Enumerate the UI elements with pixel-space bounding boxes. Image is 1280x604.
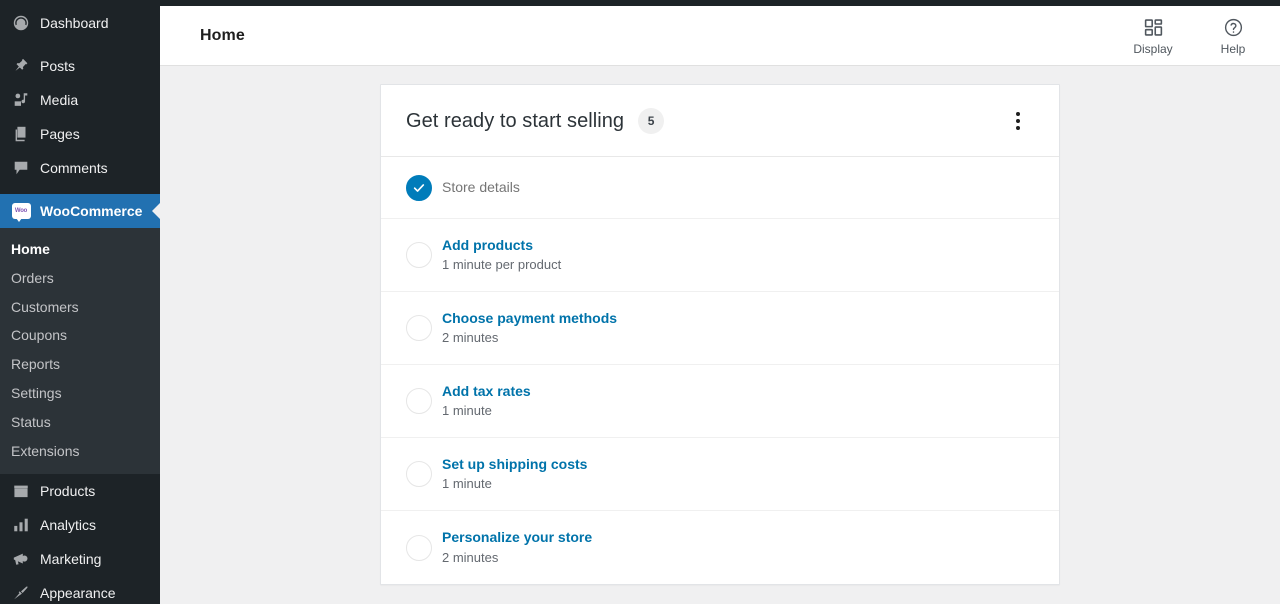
help-button[interactable]: Help	[1210, 17, 1256, 55]
sidebar-item-dashboard[interactable]: Dashboard	[0, 6, 160, 40]
task-row[interactable]: Add tax rates 1 minute	[381, 365, 1059, 438]
sidebar-item-posts[interactable]: Posts	[0, 49, 160, 83]
main-content: Get ready to start selling 5 Store detai…	[160, 67, 1280, 604]
sidebar-item-label: Media	[40, 92, 79, 108]
sidebar-item-status[interactable]: Status	[0, 408, 160, 437]
sidebar-item-label: Comments	[40, 160, 108, 176]
task-time: 2 minutes	[442, 330, 499, 346]
empty-circle-icon	[406, 388, 432, 414]
sidebar-item-label: Analytics	[40, 517, 97, 534]
task-text: Store details	[442, 178, 520, 196]
task-text: Add tax rates 1 minute	[442, 382, 531, 420]
layout-grid-icon	[1143, 17, 1164, 39]
sidebar-item-label: Marketing	[40, 551, 102, 568]
sidebar-item-marketing[interactable]: Marketing	[0, 542, 160, 576]
question-circle-icon	[1223, 17, 1244, 39]
display-button[interactable]: Display	[1130, 17, 1176, 55]
admin-bar-strip	[0, 0, 1280, 6]
sidebar-item-extensions[interactable]: Extensions	[0, 437, 160, 466]
task-title[interactable]: Add products	[442, 236, 561, 254]
sidebar-item-appearance[interactable]: Appearance	[0, 576, 160, 604]
sidebar-item-pages[interactable]: Pages	[0, 117, 160, 151]
sidebar-item-label: Pages	[40, 126, 80, 142]
task-time: 1 minute	[442, 403, 492, 419]
task-row[interactable]: Add products 1 minute per product	[381, 219, 1059, 292]
task-title[interactable]: Set up shipping costs	[442, 455, 587, 473]
task-text: Set up shipping costs 1 minute	[442, 455, 587, 493]
empty-circle-icon	[406, 242, 432, 268]
pages-icon	[11, 124, 31, 144]
megaphone-icon	[11, 549, 31, 569]
task-row[interactable]: Store details	[381, 157, 1059, 219]
sidebar-item-media[interactable]: Media	[0, 83, 160, 117]
empty-circle-icon	[406, 461, 432, 487]
menu-separator	[0, 185, 160, 194]
woo-badge-text: Woo	[14, 208, 28, 214]
sidebar-item-label: Appearance	[40, 585, 116, 602]
task-text: Personalize your store 2 minutes	[442, 528, 592, 566]
empty-circle-icon	[406, 315, 432, 341]
header-actions: Display Help	[1130, 17, 1256, 55]
sidebar-item-analytics[interactable]: Analytics	[0, 508, 160, 542]
products-icon	[11, 481, 31, 501]
task-row[interactable]: Personalize your store 2 minutes	[381, 511, 1059, 584]
admin-page: Dashboard Posts Media Pages Comments Woo…	[0, 0, 1280, 604]
task-text: Add products 1 minute per product	[442, 236, 561, 274]
page-title: Home	[200, 26, 245, 44]
card-title: Get ready to start selling	[406, 109, 625, 132]
task-time: 1 minute per product	[442, 257, 562, 273]
task-row[interactable]: Set up shipping costs 1 minute	[381, 438, 1059, 511]
task-title: Store details	[442, 179, 520, 196]
sidebar-item-settings[interactable]: Settings	[0, 379, 160, 408]
vertical-ellipsis-icon	[1016, 118, 1020, 123]
check-circle-icon	[406, 174, 432, 201]
page-header: Home Display Help	[160, 6, 1280, 66]
dashboard-icon	[11, 13, 31, 33]
media-icon	[11, 90, 31, 110]
display-button-label: Display	[1133, 41, 1173, 56]
admin-sidebar: Dashboard Posts Media Pages Comments Woo…	[0, 0, 160, 604]
sidebar-item-woocommerce[interactable]: Woo WooCommerce	[0, 194, 160, 228]
sidebar-item-label: Products	[40, 483, 96, 500]
task-time: 2 minutes	[442, 549, 499, 565]
current-menu-arrow	[152, 202, 160, 220]
sidebar-item-orders[interactable]: Orders	[0, 264, 160, 293]
woocommerce-icon: Woo	[11, 201, 31, 222]
sidebar-item-coupons[interactable]: Coupons	[0, 321, 160, 350]
task-title[interactable]: Add tax rates	[442, 382, 531, 400]
sidebar-item-label: Dashboard	[40, 15, 109, 31]
task-time: 1 minute	[442, 476, 492, 492]
sidebar-item-customers[interactable]: Customers	[0, 293, 160, 322]
task-text: Choose payment methods 2 minutes	[442, 309, 617, 347]
card-header-left: Get ready to start selling 5	[406, 107, 665, 134]
help-button-label: Help	[1220, 41, 1246, 56]
card-header: Get ready to start selling 5	[381, 85, 1059, 157]
card-options-button[interactable]	[1001, 104, 1035, 138]
vertical-ellipsis-icon	[1016, 111, 1020, 116]
comments-icon	[11, 158, 31, 178]
vertical-ellipsis-icon	[1016, 125, 1020, 130]
menu-separator	[0, 40, 160, 49]
empty-circle-icon	[406, 534, 432, 561]
sidebar-item-home[interactable]: Home	[0, 235, 160, 264]
task-count-badge: 5	[638, 107, 665, 134]
sidebar-item-products[interactable]: Products	[0, 474, 160, 508]
task-row[interactable]: Choose payment methods 2 minutes	[381, 292, 1059, 365]
task-list-card: Get ready to start selling 5 Store detai…	[380, 84, 1060, 585]
woocommerce-submenu: Home Orders Customers Coupons Reports Se…	[0, 228, 160, 475]
task-title[interactable]: Choose payment methods	[442, 309, 617, 327]
sidebar-item-label: Posts	[40, 58, 76, 74]
sidebar-item-label: WooCommerce	[40, 203, 143, 219]
analytics-icon	[11, 515, 31, 535]
sidebar-item-comments[interactable]: Comments	[0, 151, 160, 185]
task-title[interactable]: Personalize your store	[442, 528, 592, 546]
pin-icon	[11, 56, 31, 76]
sidebar-item-reports[interactable]: Reports	[0, 350, 160, 379]
paintbrush-icon	[11, 583, 31, 603]
